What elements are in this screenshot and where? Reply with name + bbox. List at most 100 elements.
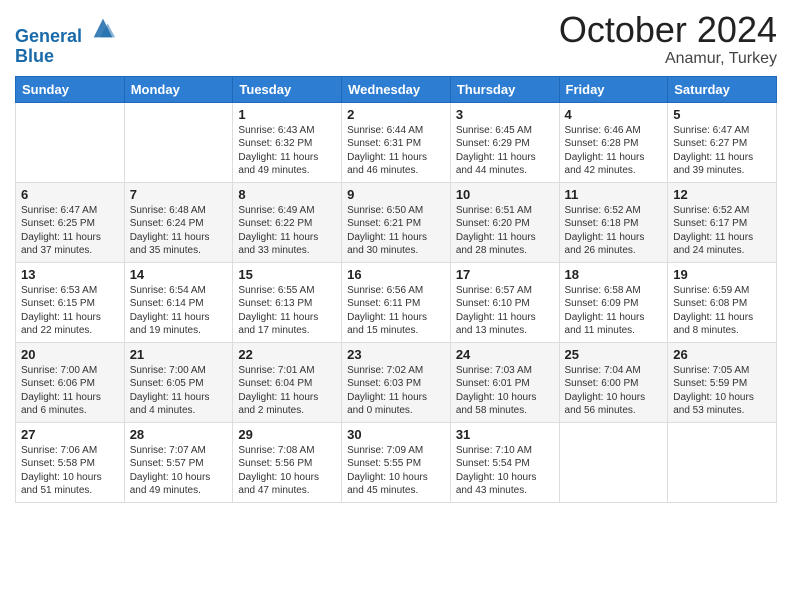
calendar-cell: 17Sunrise: 6:57 AM Sunset: 6:10 PM Dayli… [450, 262, 559, 342]
day-info: Sunrise: 7:02 AM Sunset: 6:03 PM Dayligh… [347, 364, 445, 418]
calendar-cell: 9 Sunrise: 6:50 AM Sunset: 6:21 PM Daylig… [342, 182, 451, 262]
day-number: 22 [238, 347, 336, 362]
day-info: Sunrise: 6:48 AM Sunset: 6:24 PM Dayligh… [130, 204, 228, 258]
calendar-cell: 31 Sunrise: 7:10 AM Sunset: 5:54 PM Dayli… [450, 422, 559, 502]
calendar-cell: 16 Sunrise: 6:56 AM Sunset: 6:11 PM Dayli… [342, 262, 451, 342]
col-saturday: Saturday [668, 76, 777, 102]
day-number: 20 [21, 347, 119, 362]
logo: General Blue [15, 14, 117, 67]
logo-blue: Blue [15, 46, 54, 66]
calendar-cell: 27Sunrise: 7:06 AM Sunset: 5:58 PM Dayli… [16, 422, 125, 502]
col-monday: Monday [124, 76, 233, 102]
day-number: 1 [238, 107, 336, 122]
day-info: Sunrise: 6:43 AM Sunset: 6:32 PM Dayligh… [238, 124, 336, 178]
day-number: 12 [673, 187, 771, 202]
day-number: 29 [238, 427, 336, 442]
day-number: 25 [565, 347, 663, 362]
day-info: Sunrise: 7:03 AM Sunset: 6:01 PM Dayligh… [456, 364, 554, 418]
calendar-cell: 19 Sunrise: 6:59 AM Sunset: 6:08 PM Dayli… [668, 262, 777, 342]
day-info: Sunrise: 7:10 AM Sunset: 5:54 PM Dayligh… [456, 444, 554, 498]
logo-general: General [15, 26, 82, 46]
day-info: Sunrise: 7:00 AM Sunset: 6:06 PM Dayligh… [21, 364, 119, 418]
day-number: 19 [673, 267, 771, 282]
calendar-cell: 10 Sunrise: 6:51 AM Sunset: 6:20 PM Dayli… [450, 182, 559, 262]
calendar-cell: 21Sunrise: 7:00 AM Sunset: 6:05 PM Dayli… [124, 342, 233, 422]
calendar-cell [559, 422, 668, 502]
calendar-cell: 7 Sunrise: 6:48 AM Sunset: 6:24 PM Daylig… [124, 182, 233, 262]
calendar-cell: 14Sunrise: 6:54 AM Sunset: 6:14 PM Dayli… [124, 262, 233, 342]
day-number: 30 [347, 427, 445, 442]
calendar-cell: 12 Sunrise: 6:52 AM Sunset: 6:17 PM Dayli… [668, 182, 777, 262]
day-info: Sunrise: 6:57 AM Sunset: 6:10 PM Dayligh… [456, 284, 554, 338]
calendar-header-row: Sunday Monday Tuesday Wednesday Thursday… [16, 76, 777, 102]
day-info: Sunrise: 6:52 AM Sunset: 6:17 PM Dayligh… [673, 204, 771, 258]
col-sunday: Sunday [16, 76, 125, 102]
day-number: 6 [21, 187, 119, 202]
day-info: Sunrise: 6:56 AM Sunset: 6:11 PM Dayligh… [347, 284, 445, 338]
calendar-cell: 1 Sunrise: 6:43 AM Sunset: 6:32 PM Daylig… [233, 102, 342, 182]
day-number: 11 [565, 187, 663, 202]
day-info: Sunrise: 6:59 AM Sunset: 6:08 PM Dayligh… [673, 284, 771, 338]
day-number: 9 [347, 187, 445, 202]
calendar-cell: 2 Sunrise: 6:44 AM Sunset: 6:31 PM Daylig… [342, 102, 451, 182]
month-title: October 2024 [559, 10, 777, 50]
day-info: Sunrise: 6:47 AM Sunset: 6:25 PM Dayligh… [21, 204, 119, 258]
location-subtitle: Anamur, Turkey [559, 50, 777, 68]
calendar-cell: 29 Sunrise: 7:08 AM Sunset: 5:56 PM Dayli… [233, 422, 342, 502]
calendar-cell: 5 Sunrise: 6:47 AM Sunset: 6:27 PM Daylig… [668, 102, 777, 182]
day-info: Sunrise: 6:47 AM Sunset: 6:27 PM Dayligh… [673, 124, 771, 178]
logo-icon [89, 14, 117, 42]
col-tuesday: Tuesday [233, 76, 342, 102]
day-number: 2 [347, 107, 445, 122]
calendar-table: Sunday Monday Tuesday Wednesday Thursday… [15, 76, 777, 503]
calendar-cell: 30 Sunrise: 7:09 AM Sunset: 5:55 PM Dayli… [342, 422, 451, 502]
day-number: 10 [456, 187, 554, 202]
title-block: October 2024 Anamur, Turkey [559, 10, 777, 68]
day-info: Sunrise: 7:05 AM Sunset: 5:59 PM Dayligh… [673, 364, 771, 418]
day-info: Sunrise: 6:58 AM Sunset: 6:09 PM Dayligh… [565, 284, 663, 338]
col-wednesday: Wednesday [342, 76, 451, 102]
day-info: Sunrise: 6:53 AM Sunset: 6:15 PM Dayligh… [21, 284, 119, 338]
day-info: Sunrise: 6:50 AM Sunset: 6:21 PM Dayligh… [347, 204, 445, 258]
calendar-cell: 8Sunrise: 6:49 AM Sunset: 6:22 PM Daylig… [233, 182, 342, 262]
calendar-cell [124, 102, 233, 182]
week-row-2: 6 Sunrise: 6:47 AM Sunset: 6:25 PM Daylig… [16, 182, 777, 262]
day-info: Sunrise: 7:04 AM Sunset: 6:00 PM Dayligh… [565, 364, 663, 418]
week-row-3: 13 Sunrise: 6:53 AM Sunset: 6:15 PM Dayli… [16, 262, 777, 342]
day-number: 16 [347, 267, 445, 282]
day-info: Sunrise: 6:55 AM Sunset: 6:13 PM Dayligh… [238, 284, 336, 338]
day-number: 4 [565, 107, 663, 122]
page: General Blue October 2024 Anamur, Turkey… [0, 0, 792, 612]
calendar-cell: 13 Sunrise: 6:53 AM Sunset: 6:15 PM Dayli… [16, 262, 125, 342]
calendar-cell: 28 Sunrise: 7:07 AM Sunset: 5:57 PM Dayli… [124, 422, 233, 502]
day-number: 28 [130, 427, 228, 442]
day-number: 7 [130, 187, 228, 202]
day-number: 18 [565, 267, 663, 282]
week-row-4: 20 Sunrise: 7:00 AM Sunset: 6:06 PM Dayli… [16, 342, 777, 422]
day-info: Sunrise: 7:08 AM Sunset: 5:56 PM Dayligh… [238, 444, 336, 498]
calendar-cell: 11Sunrise: 6:52 AM Sunset: 6:18 PM Dayli… [559, 182, 668, 262]
calendar-cell [16, 102, 125, 182]
calendar-cell: 24Sunrise: 7:03 AM Sunset: 6:01 PM Dayli… [450, 342, 559, 422]
day-info: Sunrise: 6:51 AM Sunset: 6:20 PM Dayligh… [456, 204, 554, 258]
day-number: 5 [673, 107, 771, 122]
logo-text-block: General Blue [15, 14, 117, 67]
week-row-5: 27Sunrise: 7:06 AM Sunset: 5:58 PM Dayli… [16, 422, 777, 502]
day-number: 8 [238, 187, 336, 202]
day-number: 27 [21, 427, 119, 442]
day-info: Sunrise: 7:09 AM Sunset: 5:55 PM Dayligh… [347, 444, 445, 498]
day-info: Sunrise: 6:45 AM Sunset: 6:29 PM Dayligh… [456, 124, 554, 178]
day-info: Sunrise: 7:07 AM Sunset: 5:57 PM Dayligh… [130, 444, 228, 498]
day-number: 31 [456, 427, 554, 442]
col-friday: Friday [559, 76, 668, 102]
day-info: Sunrise: 6:44 AM Sunset: 6:31 PM Dayligh… [347, 124, 445, 178]
calendar-cell: 26Sunrise: 7:05 AM Sunset: 5:59 PM Dayli… [668, 342, 777, 422]
day-number: 3 [456, 107, 554, 122]
day-number: 15 [238, 267, 336, 282]
day-info: Sunrise: 6:54 AM Sunset: 6:14 PM Dayligh… [130, 284, 228, 338]
day-number: 13 [21, 267, 119, 282]
calendar-cell: 18 Sunrise: 6:58 AM Sunset: 6:09 PM Dayli… [559, 262, 668, 342]
calendar-cell: 6 Sunrise: 6:47 AM Sunset: 6:25 PM Daylig… [16, 182, 125, 262]
calendar-cell: 20 Sunrise: 7:00 AM Sunset: 6:06 PM Dayli… [16, 342, 125, 422]
calendar-cell: 15 Sunrise: 6:55 AM Sunset: 6:13 PM Dayli… [233, 262, 342, 342]
